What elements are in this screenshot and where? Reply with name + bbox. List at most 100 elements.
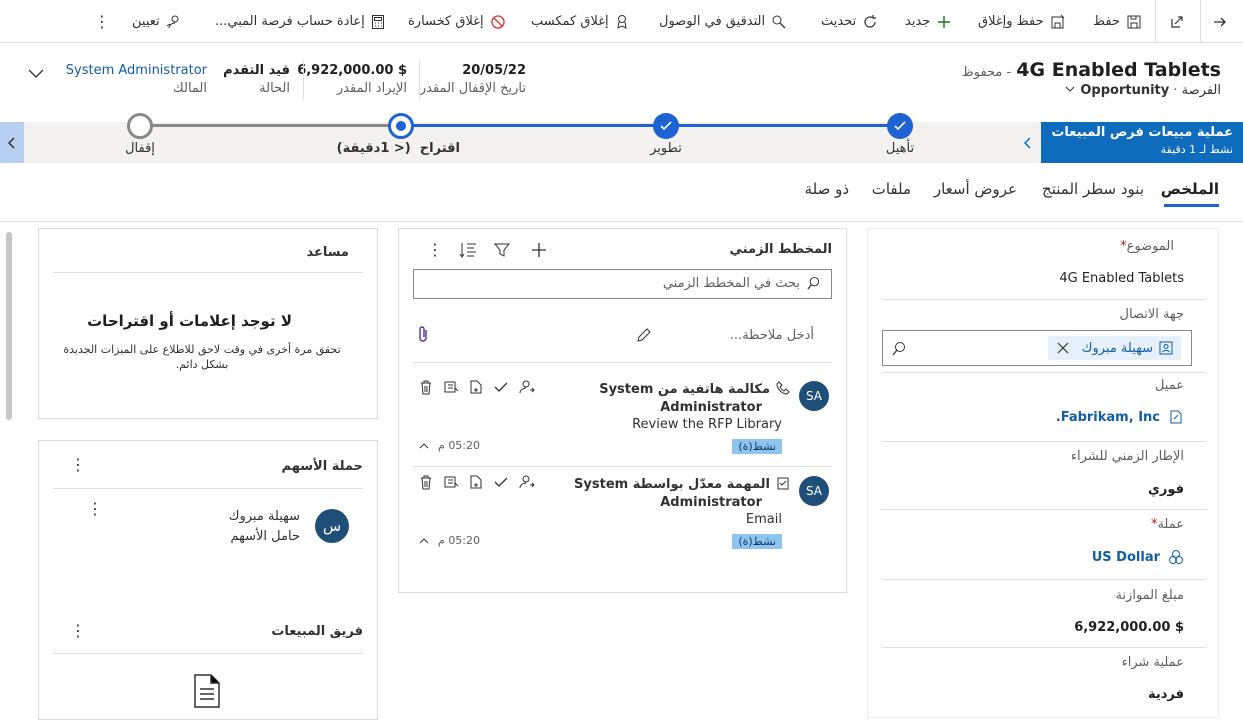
est-close-date-field: 20/05/22 تاريخ الإقفال المقدر [406, 63, 526, 96]
check-access-button[interactable]: التدقيق في الوصول [659, 0, 787, 43]
delete-icon[interactable] [419, 474, 433, 490]
scrollbar-thumb[interactable] [6, 232, 12, 420]
stage-qualify-node[interactable] [887, 113, 913, 139]
person-assign-icon[interactable] [519, 379, 535, 395]
stakeholders-more-button[interactable]: ⋮ [70, 455, 86, 474]
person-assign-icon[interactable] [519, 474, 535, 490]
recalculate-label: إعادة حساب فرصة المبي... [215, 14, 365, 29]
timeline-filter-button[interactable] [493, 242, 511, 262]
new-button[interactable]: جديد [905, 0, 952, 43]
open-record-icon[interactable] [443, 474, 459, 490]
timeline-item[interactable]: SA المهمة معدّل بواسطة System Administra… [413, 464, 832, 559]
status-label: الحالة [259, 81, 290, 96]
back-button[interactable] [1209, 0, 1231, 43]
add-document-icon[interactable] [469, 474, 483, 490]
timeline-more-button[interactable]: ⋮ [427, 240, 443, 259]
checkmark-icon[interactable] [493, 379, 509, 395]
command-bar: حفظ حفظ وإغلاق جديد تحديث التدقيق في الو… [0, 0, 1243, 43]
owner-field: System Administrator المالك [57, 63, 207, 96]
pencil-icon [637, 328, 651, 342]
contact-lookup-field[interactable]: سهيلة مبروك [882, 330, 1192, 366]
save-close-label: حفظ وإغلاق [978, 14, 1044, 29]
header-expand-button[interactable] [27, 64, 45, 83]
recalculate-button[interactable]: إعادة حساب فرصة المبي... [215, 0, 385, 43]
status-field: قيد التقدم الحالة [210, 63, 290, 96]
stage-develop-label[interactable]: تطوير [626, 141, 706, 156]
contact-tag[interactable]: سهيلة مبروك [1047, 336, 1181, 360]
close-lost-label: إغلاق كخسارة [408, 14, 484, 29]
close-lost-button[interactable]: إغلاق كخسارة [408, 0, 506, 43]
add-document-icon[interactable] [469, 379, 483, 395]
check-access-label: التدقيق في الوصول [659, 14, 766, 29]
form-selector[interactable]: Opportunity [1080, 83, 1169, 98]
stakeholder-name: سهيلة مبروك [228, 509, 300, 524]
task-icon [777, 477, 789, 490]
more-commands-button[interactable]: ⋮ [94, 0, 110, 43]
timeline-item[interactable]: SA مكالمة هاتفية من System Administrator… [413, 369, 832, 464]
delete-icon[interactable] [419, 379, 433, 395]
stage-propose-node[interactable] [388, 113, 414, 139]
stakeholder-entry[interactable]: سهيلة مبروك حامل الأسهم [229, 507, 300, 547]
note-entry[interactable]: أدخل ملاحظة... [413, 317, 832, 357]
chevron-up-icon[interactable] [418, 442, 430, 450]
timeframe-value[interactable]: فوري [1148, 482, 1184, 497]
search-icon[interactable] [891, 341, 907, 357]
refresh-button[interactable]: تحديث [821, 0, 878, 43]
currency-field[interactable]: US Dollar [1092, 549, 1184, 565]
active-dot-icon [396, 121, 406, 131]
tab-related[interactable]: ذو صلة [805, 180, 849, 198]
chevron-up-icon[interactable] [418, 537, 430, 545]
refresh-label: تحديث [821, 14, 857, 29]
tab-product-lines[interactable]: بنود سطر المنتج [1042, 180, 1144, 198]
chevron-down-icon [28, 69, 44, 78]
arrow-right-icon [1214, 17, 1226, 26]
stage-propose-label[interactable]: اقتراح (< 1دقيقة) [337, 141, 460, 156]
timeline-search-input[interactable]: بحث في المخطط الزمني [413, 269, 832, 299]
purchase-process-value[interactable]: فردية [1148, 687, 1184, 702]
owner-value[interactable]: System Administrator [57, 63, 207, 78]
item-actions [419, 379, 535, 395]
bpf-prev-button[interactable] [0, 122, 24, 163]
form-tabs: الملخص بنود سطر المنتج عروض أسعار ملفات … [0, 172, 1243, 212]
stage-qualify-label[interactable]: تأهيل [860, 141, 940, 156]
checkmark-icon[interactable] [493, 474, 509, 490]
popout-button[interactable] [1166, 0, 1188, 43]
item-subtitle: Email [745, 512, 782, 527]
tab-files[interactable]: ملفات [872, 180, 911, 198]
contact-label: جهة الاتصال [1119, 307, 1184, 322]
chevron-down-icon[interactable] [1064, 84, 1076, 94]
tab-quotes[interactable]: عروض أسعار [934, 180, 1017, 198]
save-button[interactable]: حفظ [1093, 0, 1142, 43]
timeline-add-button[interactable] [530, 241, 548, 263]
status-badge: نشط(ة) [732, 439, 782, 454]
save-icon [1127, 15, 1141, 28]
stage-close-label[interactable]: إقفال [100, 141, 180, 156]
sales-team-more-button[interactable]: ⋮ [70, 621, 86, 640]
est-revenue-value: $ 6,922,000.00 [297, 63, 407, 78]
assign-button[interactable]: تعيين [132, 0, 182, 43]
stakeholder-more-button[interactable]: ⋮ [87, 499, 103, 518]
tab-summary[interactable]: الملخص [1161, 180, 1219, 198]
entity-name: الفرصة [1181, 83, 1221, 98]
item-subtitle: Review the RFP Library [632, 417, 782, 432]
item-title: مكالمة هاتفية من System Administrator [550, 381, 790, 417]
contact-value: سهيلة مبروك [1081, 340, 1153, 356]
save-close-icon [1051, 14, 1064, 28]
account-field[interactable]: Fabrikam, Inc. [1056, 409, 1184, 425]
currency-value: US Dollar [1091, 549, 1160, 565]
close-icon[interactable] [1056, 341, 1070, 355]
bpf-process-header[interactable]: عملية مبيعات فرص المبيعات نشط لـ 1 دقيقة [1015, 122, 1243, 163]
stage-close-node[interactable] [127, 113, 153, 139]
open-record-icon[interactable] [443, 379, 459, 395]
budget-value[interactable]: $ 6,922,000.00 [1074, 620, 1184, 635]
topic-value[interactable]: 4G Enabled Tablets [1059, 271, 1184, 286]
close-won-button[interactable]: إغلاق كمكسب [531, 0, 629, 43]
timeline-sort-button[interactable] [459, 242, 477, 262]
bpf-next-button[interactable] [1015, 122, 1041, 163]
stage-develop-node[interactable] [653, 113, 679, 139]
save-close-button[interactable]: حفظ وإغلاق [978, 0, 1066, 43]
stakeholder-avatar[interactable]: س [315, 509, 349, 543]
est-revenue-label: الإيراد المقدر [336, 81, 407, 96]
paperclip-icon[interactable] [417, 325, 429, 347]
filter-icon [493, 243, 511, 257]
